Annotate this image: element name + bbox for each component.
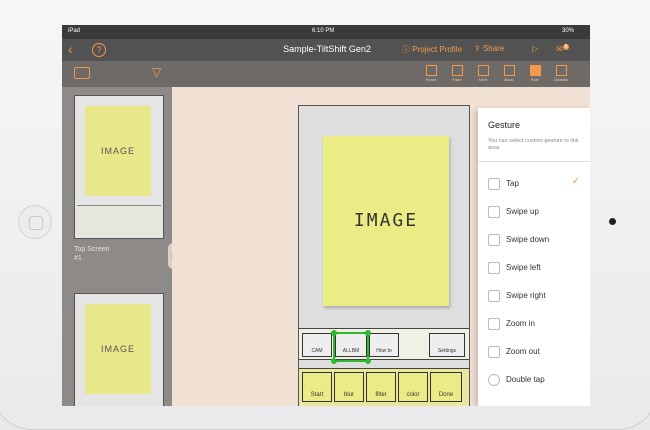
play-icon[interactable]: ▷: [532, 44, 538, 53]
filter-icon[interactable]: ▽: [152, 65, 161, 79]
gesture-label: Zoom out: [506, 347, 540, 356]
app-screen: iPad 6:10 PM 30% ‹ ? Sample-TiltShift Ge…: [62, 25, 590, 406]
gesture-option-double-tap[interactable]: Double tap: [478, 366, 590, 394]
screen-preview[interactable]: IMAGE CAM ALLBM How to Settings Start bl…: [298, 105, 470, 406]
resize-handle[interactable]: [331, 330, 337, 336]
gesture-option-swipe-right[interactable]: Swipe right: [478, 282, 590, 310]
gesture-option-swipe-up[interactable]: Swipe up: [478, 198, 590, 226]
front-camera: [609, 218, 616, 225]
next-tool-icon: [477, 65, 489, 76]
home-tool-icon: [425, 65, 437, 76]
sticky-note-text: IMAGE: [353, 210, 419, 231]
swipe-left-icon: [488, 262, 500, 274]
gesture-label: Swipe right: [506, 291, 546, 300]
time-label: 6:10 PM: [312, 28, 335, 34]
link-area-selection[interactable]: [331, 330, 371, 364]
resize-handle[interactable]: [331, 358, 337, 364]
tool-fade[interactable]: Fade: [446, 65, 468, 82]
thumbnail-note-text: IMAGE: [100, 344, 135, 354]
screen-number: #1: [74, 255, 82, 262]
thumbnail-sticky-note: IMAGE: [85, 304, 151, 394]
zoom-in-icon: [488, 318, 500, 330]
tool-back[interactable]: Back: [498, 65, 520, 82]
sketch-settings-button[interactable]: Settings: [429, 333, 465, 357]
screen-thumbnail[interactable]: IMAGE: [74, 293, 164, 406]
sketch-howto-button[interactable]: How to: [369, 333, 399, 357]
tool-rule-label: Rule: [530, 77, 540, 82]
zoom-out-icon: [488, 346, 500, 358]
status-bar: iPad 6:10 PM 30%: [62, 25, 590, 39]
tool-back-label: Back: [504, 77, 514, 82]
tool-home[interactable]: Home: [420, 65, 442, 82]
swipe-up-icon: [488, 206, 500, 218]
thumbnail-button-strip: [77, 205, 161, 236]
gesture-option-tap[interactable]: Tap ✓: [478, 170, 590, 198]
tap-icon: [488, 178, 500, 190]
swipe-right-icon: [488, 290, 500, 302]
gesture-label: Swipe up: [506, 207, 539, 216]
gesture-label: Swipe down: [506, 235, 550, 244]
project-profile-label: Project Profile: [412, 45, 463, 54]
gesture-title: Gesture: [488, 120, 521, 130]
project-profile-button[interactable]: ⓘ Project Profile: [402, 44, 462, 55]
gesture-popover: Gesture You can select custom gesture to…: [478, 108, 590, 406]
camera-icon[interactable]: [74, 67, 90, 79]
sketch-cam-button[interactable]: CAM: [302, 333, 332, 357]
sketch-filter-button[interactable]: filter: [366, 372, 396, 402]
share-label: Share: [482, 44, 505, 53]
thumbnail-sticky-note: IMAGE: [85, 106, 151, 196]
tool-dismiss[interactable]: Dismiss: [550, 65, 572, 82]
top-bar: ‹ ? Sample-TiltShift Gen2 ⓘ Project Prof…: [62, 39, 590, 61]
tool-dismiss-label: Dismiss: [554, 77, 568, 82]
sub-toolbar: ▽ Home Fade Next Back Rule Dismiss: [62, 61, 590, 87]
screen-thumbnail[interactable]: IMAGE: [74, 95, 164, 239]
fade-tool-icon: [451, 65, 463, 76]
screen-list-sidebar: IMAGE Top Screen #1 IMAGE: [62, 87, 172, 406]
tool-next-label: Next: [478, 77, 488, 82]
notification-badge: 8: [562, 44, 570, 50]
gesture-option-swipe-left[interactable]: Swipe left: [478, 254, 590, 282]
help-button[interactable]: ?: [92, 43, 106, 57]
share-button[interactable]: ⇪ Share: [474, 44, 504, 53]
rule-tool-icon: [529, 65, 541, 76]
sketch-start-button[interactable]: Start: [302, 372, 332, 402]
gesture-label: Swipe left: [506, 263, 541, 272]
sketch-done-button[interactable]: Done: [430, 372, 462, 402]
carrier-label: iPad: [68, 28, 81, 34]
gesture-option-swipe-down[interactable]: Swipe down: [478, 226, 590, 254]
swipe-down-icon: [488, 234, 500, 246]
screen-name: Top Screen: [74, 246, 110, 253]
home-button[interactable]: [18, 205, 52, 239]
double-tap-icon: [488, 374, 500, 386]
chevron-left-icon[interactable]: ‹: [68, 41, 73, 57]
screen-caption: Top Screen #1: [74, 245, 109, 263]
tool-next[interactable]: Next: [472, 65, 494, 82]
project-title: Sample-TiltShift Gen2: [283, 44, 371, 54]
gesture-option-zoom-out[interactable]: Zoom out: [478, 338, 590, 366]
sketch-action-bar: Start blur filter color Done: [299, 368, 469, 406]
sticky-note: IMAGE: [323, 136, 449, 306]
thumbnail-note-text: IMAGE: [100, 146, 135, 156]
sketch-toolbar: CAM ALLBM How to Settings: [299, 328, 469, 360]
mail-icon[interactable]: ✉ 8: [556, 44, 570, 54]
tool-rule[interactable]: Rule: [524, 65, 546, 82]
sketch-color-button[interactable]: color: [398, 372, 428, 402]
gesture-option-zoom-in[interactable]: Zoom in: [478, 310, 590, 338]
gesture-label: Double tap: [506, 375, 545, 384]
dismiss-tool-icon: [555, 65, 567, 76]
back-tool-icon: [503, 65, 515, 76]
gesture-label: Tap: [506, 179, 519, 188]
gesture-description: You can select custom gesture to link ar…: [488, 138, 579, 151]
sketch-blur-button[interactable]: blur: [334, 372, 364, 402]
gesture-label: Zoom in: [506, 319, 535, 328]
checkmark-icon: ✓: [571, 176, 580, 187]
battery-label: 30%: [562, 28, 575, 34]
divider: [478, 161, 590, 162]
resize-handle[interactable]: [365, 330, 371, 336]
resize-handle[interactable]: [365, 358, 371, 364]
tool-fade-label: Fade: [452, 77, 462, 82]
tool-home-label: Home: [425, 77, 437, 82]
